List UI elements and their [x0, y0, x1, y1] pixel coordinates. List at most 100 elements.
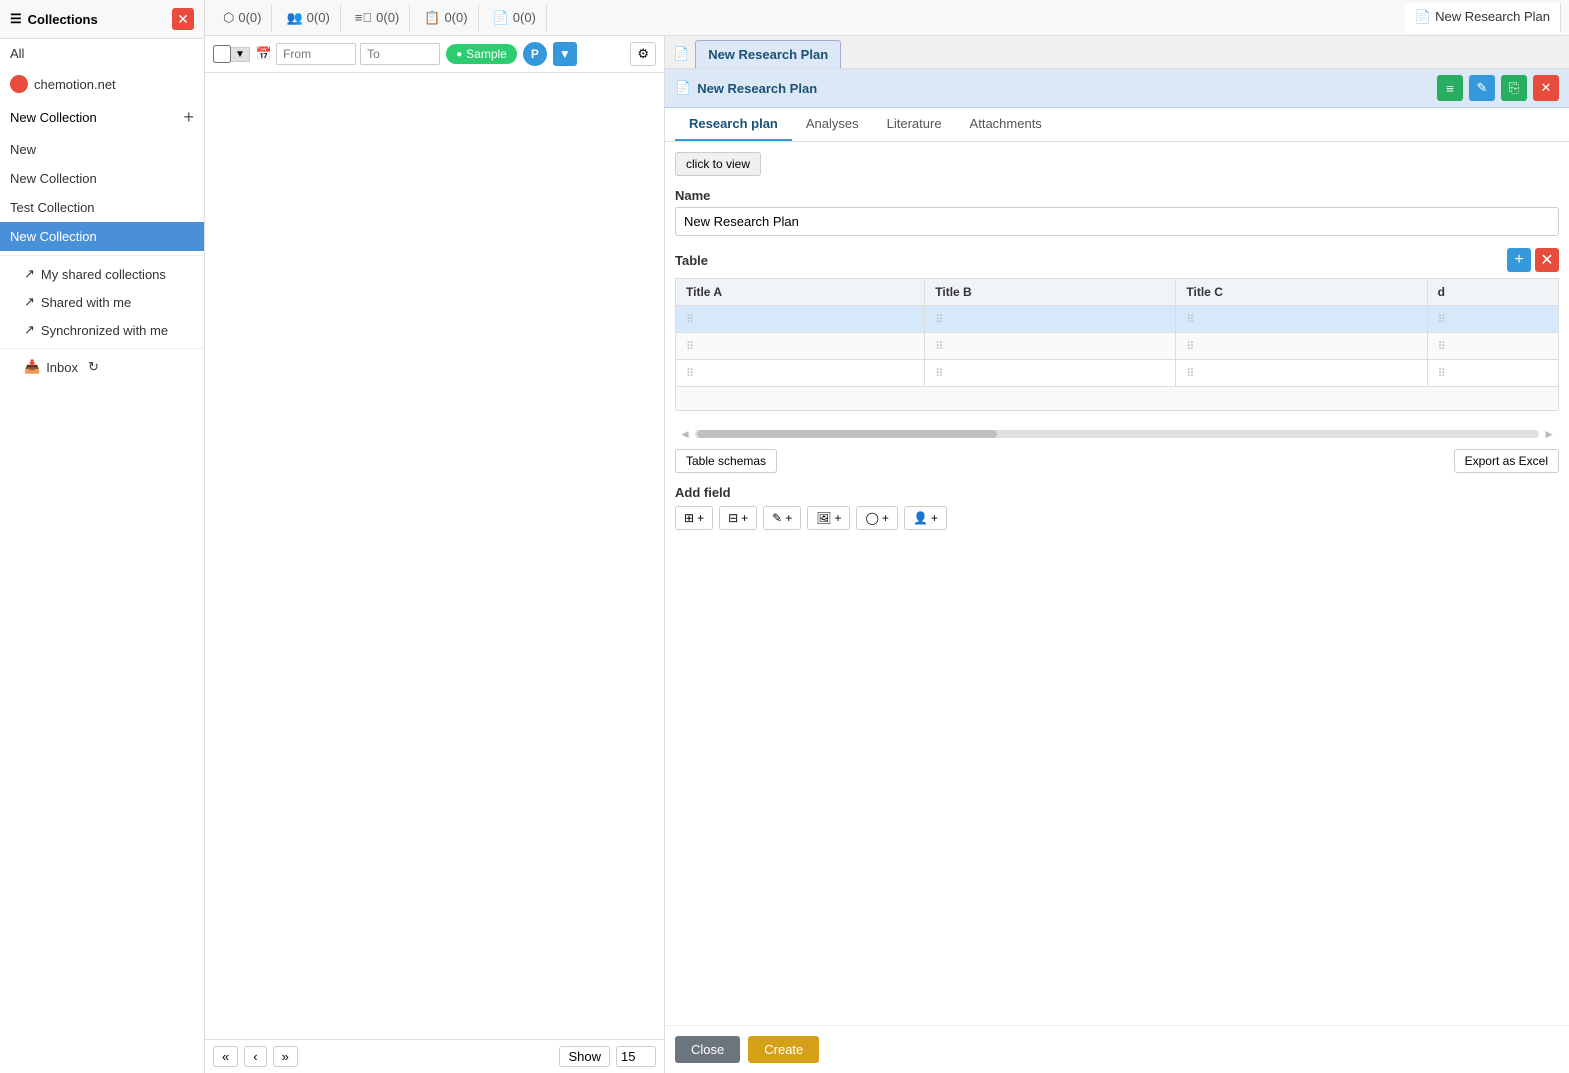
- next-page-button[interactable]: »: [273, 1046, 298, 1067]
- tab-new-research-plan[interactable]: 📄 New Research Plan: [1405, 3, 1561, 33]
- prev-page-button[interactable]: ‹: [244, 1046, 266, 1067]
- inbox-icon: 📥: [24, 359, 40, 375]
- create-label: Create: [764, 1042, 803, 1057]
- table-add-button[interactable]: +: [1507, 248, 1531, 272]
- close-panel-button[interactable]: ✕: [1533, 75, 1559, 101]
- close-button[interactable]: Close: [675, 1036, 740, 1063]
- sidebar-item-all[interactable]: All: [0, 39, 204, 68]
- p-button[interactable]: P: [523, 42, 547, 66]
- chemotion-icon: [10, 75, 28, 93]
- sidebar-item-new-collection2[interactable]: New Collection: [0, 164, 204, 193]
- table-delete-button[interactable]: ✕: [1535, 248, 1559, 272]
- dropdown-arrow-button[interactable]: ▼: [231, 47, 250, 62]
- main: ⬡ 0(0) 👥 0(0) ≡⃝ 0(0) 📋 0(0) 📄 0(0) 📄 Ne…: [205, 0, 1569, 1073]
- table-row[interactable]: ⠿ ⠿ ⠿ ⠿: [676, 306, 1559, 333]
- show-button[interactable]: Show: [559, 1046, 610, 1067]
- reactions-count: 0(0): [307, 10, 330, 25]
- inner-tab-research-plan[interactable]: Research plan: [675, 108, 792, 141]
- cell-grid-icon: ⠿: [935, 341, 944, 353]
- add-structure-button[interactable]: ◯ +: [856, 506, 897, 530]
- screens-icon: 📋: [424, 10, 440, 26]
- tab-samples[interactable]: ⬡ 0(0): [213, 4, 272, 32]
- scroll-right-arrow[interactable]: ►: [1539, 427, 1559, 441]
- add-table-button[interactable]: ⊟ +: [719, 506, 757, 530]
- show-label: Show: [568, 1049, 601, 1064]
- table-scrollbar[interactable]: [695, 430, 1539, 438]
- table-row[interactable]: ⠿ ⠿ ⠿ ⠿: [676, 360, 1559, 387]
- cell-grid-icon: ⠿: [1438, 341, 1447, 353]
- sidebar-divider: [0, 255, 204, 256]
- sidebar-header: ☰ Collections ✕: [0, 0, 204, 39]
- shared-with-icon: ↗: [24, 294, 35, 310]
- copy-button[interactable]: ⎘: [1501, 75, 1527, 101]
- research-count: 0(0): [513, 10, 536, 25]
- sidebar-item-inbox[interactable]: 📥 Inbox ↻: [0, 353, 204, 381]
- name-input[interactable]: [675, 207, 1559, 236]
- table-scroll[interactable]: Title A Title B Title C: [675, 278, 1559, 419]
- cell-grid-icon: ⠿: [686, 368, 695, 380]
- cell-grid-icon: ⠿: [686, 314, 695, 326]
- all-label: All: [10, 46, 24, 61]
- select-all-checkbox[interactable]: [213, 45, 231, 63]
- collections-icon: ☰: [10, 11, 22, 27]
- inner-tab-analyses[interactable]: Analyses: [792, 108, 873, 141]
- sidebar-item-active-collection[interactable]: New Collection: [0, 222, 204, 251]
- sample-toggle-button[interactable]: Sample: [446, 44, 517, 64]
- tab-reactions[interactable]: 👥 0(0): [276, 4, 340, 32]
- inner-tab-attachments[interactable]: Attachments: [956, 108, 1056, 141]
- create-button[interactable]: Create: [748, 1036, 819, 1063]
- table-actions-row: Table schemas Export as Excel: [675, 449, 1559, 473]
- table-section-header: Table + ✕: [675, 248, 1559, 272]
- inner-tab-literature[interactable]: Literature: [873, 108, 956, 141]
- date-from-input[interactable]: [276, 43, 356, 65]
- shared-with-label: Shared with me: [41, 295, 131, 310]
- add-collection-button[interactable]: +: [183, 107, 194, 128]
- sidebar-item-my-shared[interactable]: ↗ My shared collections: [0, 260, 204, 288]
- click-to-view-button[interactable]: click to view: [675, 152, 761, 176]
- list-pagination: « ‹ » Show: [205, 1039, 664, 1073]
- sidebar-item-chemotion[interactable]: chemotion.net: [0, 68, 204, 100]
- tab-screens[interactable]: 📋 0(0): [414, 4, 478, 32]
- sample-toggle-label: Sample: [466, 47, 507, 61]
- sidebar-item-test-collection[interactable]: Test Collection: [0, 193, 204, 222]
- sidebar-item-new-collection-group[interactable]: New Collection +: [0, 100, 204, 135]
- refresh-icon[interactable]: ↻: [88, 359, 99, 375]
- sidebar-item-new[interactable]: New: [0, 135, 204, 164]
- screens-count: 0(0): [444, 10, 467, 25]
- tab-wellplates[interactable]: ≡⃝ 0(0): [345, 4, 410, 31]
- add-image-button[interactable]: 🖼 +: [807, 506, 850, 530]
- data-table: Title A Title B Title C: [675, 278, 1559, 411]
- filter-button[interactable]: ⚙: [630, 42, 656, 66]
- scroll-left-arrow[interactable]: ◄: [675, 427, 695, 441]
- list-view-button[interactable]: ≡: [1437, 75, 1463, 101]
- sidebar-item-synchronized[interactable]: ↗ Synchronized with me: [0, 316, 204, 344]
- col-d: d: [1427, 279, 1558, 306]
- add-richtext-button[interactable]: ✎ +: [763, 506, 801, 530]
- samples-count: 0(0): [238, 10, 261, 25]
- add-formula-button[interactable]: ⊞ +: [675, 506, 713, 530]
- cell-grid-icon: ⠿: [935, 368, 944, 380]
- tab-research[interactable]: 📄 0(0): [483, 4, 547, 32]
- add-field-section: Add field ⊞ + ⊟ + ✎: [675, 485, 1559, 530]
- right-body-content: click to view Name Table + ✕: [665, 142, 1569, 552]
- page-size-input[interactable]: [616, 1046, 656, 1067]
- edit-button[interactable]: ✎: [1469, 75, 1495, 101]
- calendar-icon: 📅: [256, 46, 272, 62]
- table-section: Table + ✕ Title A: [675, 248, 1559, 473]
- right-tab-new-research-plan[interactable]: New Research Plan: [695, 40, 841, 68]
- table-row[interactable]: ⠿ ⠿ ⠿ ⠿: [676, 333, 1559, 360]
- samples-icon: ⬡: [223, 10, 234, 26]
- right-tab-label: New Research Plan: [708, 47, 828, 62]
- table-schemas-button[interactable]: Table schemas: [675, 449, 777, 473]
- export-excel-button[interactable]: Export as Excel: [1454, 449, 1559, 473]
- click-to-view-label: click to view: [686, 157, 750, 171]
- date-to-input[interactable]: [360, 43, 440, 65]
- caret-down-button[interactable]: ▼: [553, 42, 577, 66]
- sidebar-item-shared-with[interactable]: ↗ Shared with me: [0, 288, 204, 316]
- col-title-a: Title A: [676, 279, 925, 306]
- add-user-button[interactable]: 👤 +: [904, 506, 947, 530]
- my-shared-label: My shared collections: [41, 267, 166, 282]
- inner-tabs: Research plan Analyses Literature Attach…: [665, 108, 1569, 142]
- first-page-button[interactable]: «: [213, 1046, 238, 1067]
- sidebar-header-close-button[interactable]: ✕: [172, 8, 194, 30]
